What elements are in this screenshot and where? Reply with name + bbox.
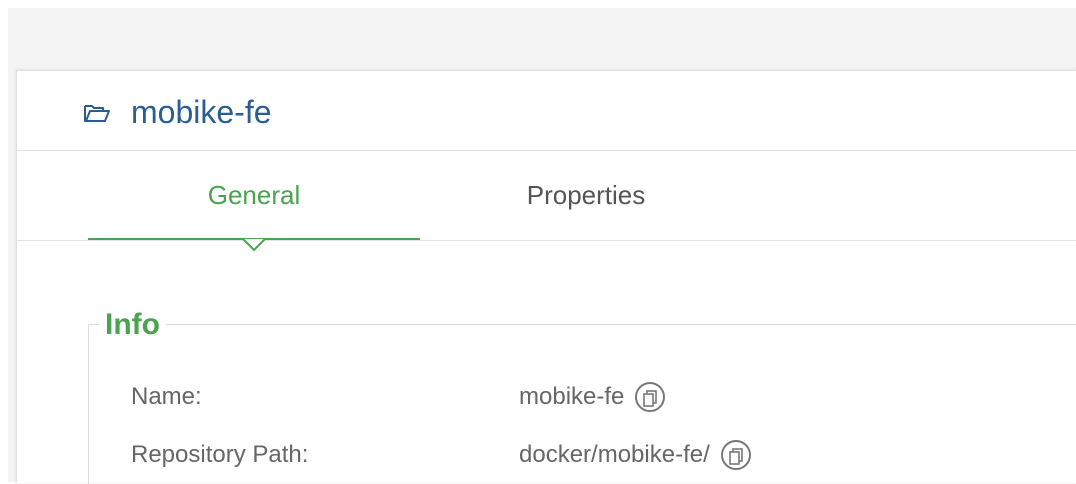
name-value: mobike-fe <box>519 383 625 410</box>
info-row-name: Name: mobike-fe <box>89 377 1076 417</box>
tab-properties[interactable]: Properties <box>420 151 752 240</box>
panel-header: mobike-fe <box>17 71 1076 151</box>
info-fieldset: Info Name: mobike-fe Repository Path: do… <box>88 305 1076 484</box>
tab-general[interactable]: General <box>88 151 420 240</box>
repository-panel: mobike-fe General Properties Info Name: … <box>16 70 1076 484</box>
repository-path-value: docker/mobike-fe/ <box>519 441 710 468</box>
info-legend: Info <box>99 305 166 345</box>
name-value-group: mobike-fe <box>519 377 666 417</box>
active-tab-caret-icon <box>243 238 265 252</box>
copy-icon[interactable] <box>720 439 752 471</box>
tab-bar: General Properties <box>17 151 1076 252</box>
name-label: Name: <box>131 383 202 410</box>
repository-path-value-group: docker/mobike-fe/ <box>519 435 752 475</box>
page-title: mobike-fe <box>131 94 272 130</box>
repository-path-label: Repository Path: <box>131 441 309 468</box>
folder-open-icon <box>84 105 110 122</box>
copy-icon[interactable] <box>634 381 666 413</box>
info-row-repository-path: Repository Path: docker/mobike-fe/ <box>89 435 1076 475</box>
